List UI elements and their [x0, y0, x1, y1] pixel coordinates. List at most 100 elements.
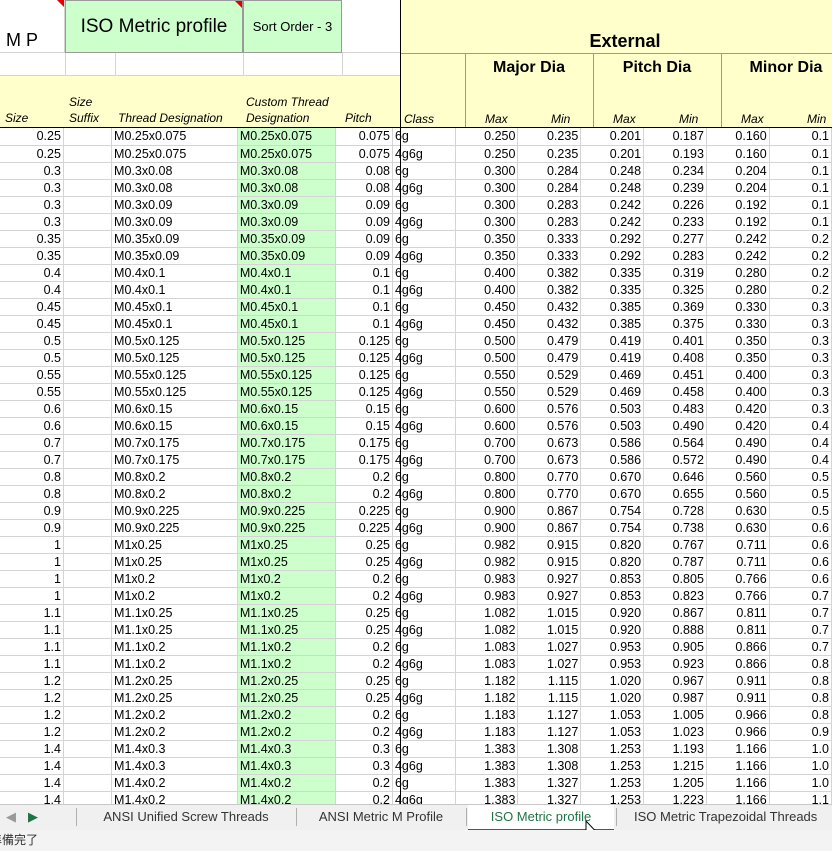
- cell-pitch-min[interactable]: 1.215: [643, 757, 707, 775]
- cell-major-max[interactable]: 1.383: [455, 774, 519, 792]
- cell-thread-designation[interactable]: M1.2x0.2: [111, 706, 238, 724]
- cell-size[interactable]: 0.45: [0, 298, 64, 316]
- cell-size[interactable]: 1: [0, 587, 64, 605]
- cell-size-suffix[interactable]: [63, 604, 113, 622]
- cell-custom-designation[interactable]: M1.2x0.2: [237, 723, 336, 741]
- cell-size-suffix[interactable]: [63, 366, 113, 384]
- cell-pitch-max[interactable]: 0.292: [580, 247, 645, 265]
- cell-pitch-max[interactable]: 0.820: [580, 553, 645, 571]
- cell-pitch-max[interactable]: 0.953: [580, 638, 645, 656]
- cell-class[interactable]: 6g: [392, 706, 456, 724]
- cell-pitch[interactable]: 0.09: [335, 230, 393, 248]
- cell-pitch[interactable]: 0.08: [335, 162, 393, 180]
- cell-size-suffix[interactable]: [63, 723, 113, 741]
- cell-major-max[interactable]: 0.400: [455, 281, 519, 299]
- cell-pitch-max[interactable]: 0.201: [580, 128, 645, 146]
- table-row[interactable]: 0.45 M0.45x0.1 M0.45x0.1 0.1 4g6g 0.450 0.432 0…: [0, 315, 832, 333]
- cell-pitch-max[interactable]: 1.053: [580, 706, 645, 724]
- cell-class[interactable]: 6g: [392, 638, 456, 656]
- cell-custom-designation[interactable]: M0.9x0.225: [237, 502, 336, 520]
- cell-class[interactable]: 6g: [392, 128, 456, 146]
- cell-class[interactable]: 6g: [392, 570, 456, 588]
- cell-class[interactable]: 6g: [392, 196, 456, 214]
- cell-pitch[interactable]: 0.25: [335, 689, 393, 707]
- cell-thread-designation[interactable]: M1.2x0.25: [111, 689, 238, 707]
- sort-order-cell[interactable]: Sort Order - 3: [243, 0, 342, 53]
- cell-pitch-min[interactable]: 1.193: [643, 740, 707, 758]
- table-row[interactable]: 1 M1x0.25 M1x0.25 0.25 4g6g 0.982 0.915 0.820 0.…: [0, 553, 832, 571]
- table-row[interactable]: 0.4 M0.4x0.1 M0.4x0.1 0.1 6g 0.400 0.382 0.335 0…: [0, 264, 832, 282]
- cell-major-max[interactable]: 1.383: [455, 791, 519, 804]
- table-row[interactable]: 0.9 M0.9x0.225 M0.9x0.225 0.225 4g6g 0.900 0.8…: [0, 519, 832, 537]
- cell-major-min[interactable]: 0.432: [517, 298, 582, 316]
- cell-minor-max[interactable]: 0.711: [706, 553, 770, 571]
- cell-major-max[interactable]: 0.983: [455, 587, 519, 605]
- cell-size-suffix[interactable]: [63, 451, 113, 469]
- cell-major-max[interactable]: 0.400: [455, 264, 519, 282]
- cell-pitch-min[interactable]: 0.277: [643, 230, 707, 248]
- cell-minor-min[interactable]: 0.8: [769, 689, 832, 707]
- table-row[interactable]: 1 M1x0.25 M1x0.25 0.25 6g 0.982 0.915 0.820 0.76…: [0, 536, 832, 554]
- cell-thread-designation[interactable]: M0.25x0.075: [111, 145, 238, 163]
- cell-major-min[interactable]: 1.308: [517, 740, 582, 758]
- cell-pitch[interactable]: 0.2: [335, 638, 393, 656]
- cell-minor-max[interactable]: 0.630: [706, 502, 770, 520]
- cell-class[interactable]: 4g6g: [392, 247, 456, 265]
- cell-size-suffix[interactable]: [63, 706, 113, 724]
- cell-minor-min[interactable]: 0.7: [769, 587, 832, 605]
- table-row[interactable]: 1.1 M1.1x0.25 M1.1x0.25 0.25 6g 1.082 1.015 0.9…: [0, 604, 832, 622]
- cell-size[interactable]: 1.2: [0, 689, 64, 707]
- cell-custom-designation[interactable]: M0.45x0.1: [237, 298, 336, 316]
- cell-pitch-min[interactable]: 0.483: [643, 400, 707, 418]
- cell-pitch[interactable]: 0.09: [335, 247, 393, 265]
- cell-class[interactable]: 4g6g: [392, 587, 456, 605]
- cell-pitch-min[interactable]: 0.283: [643, 247, 707, 265]
- cell-size[interactable]: 0.9: [0, 502, 64, 520]
- cell-pitch-min[interactable]: 1.223: [643, 791, 707, 804]
- cell-class[interactable]: 4g6g: [392, 553, 456, 571]
- cell-size-suffix[interactable]: [63, 638, 113, 656]
- cell-major-min[interactable]: 0.927: [517, 570, 582, 588]
- cell-pitch-min[interactable]: 0.458: [643, 383, 707, 401]
- cell-class[interactable]: 4g6g: [392, 757, 456, 775]
- cell-major-max[interactable]: 0.550: [455, 383, 519, 401]
- cell-size[interactable]: 0.25: [0, 128, 64, 146]
- spreadsheet-grid[interactable]: M P ISO Metric profile Sort Order - 3 Si…: [0, 0, 832, 804]
- scroll-tabs-right-icon[interactable]: ▶: [22, 805, 44, 829]
- cell-major-max[interactable]: 0.700: [455, 451, 519, 469]
- cell-thread-designation[interactable]: M1.1x0.25: [111, 621, 238, 639]
- cell-pitch-min[interactable]: 0.408: [643, 349, 707, 367]
- cell-size-suffix[interactable]: [63, 672, 113, 690]
- cell-pitch-max[interactable]: 1.020: [580, 672, 645, 690]
- cell-pitch-max[interactable]: 0.248: [580, 162, 645, 180]
- cell-pitch-min[interactable]: 0.738: [643, 519, 707, 537]
- cell-major-min[interactable]: 0.867: [517, 519, 582, 537]
- cell-pitch-min[interactable]: 0.888: [643, 621, 707, 639]
- cell-class[interactable]: 6g: [392, 332, 456, 350]
- cell-major-max[interactable]: 0.983: [455, 570, 519, 588]
- cell-pitch-min[interactable]: 0.905: [643, 638, 707, 656]
- cell-major-max[interactable]: 0.250: [455, 128, 519, 146]
- cell-custom-designation[interactable]: M1.2x0.2: [237, 706, 336, 724]
- cell-minor-min[interactable]: 0.4: [769, 417, 832, 435]
- cell-thread-designation[interactable]: M0.5x0.125: [111, 332, 238, 350]
- cell-pitch[interactable]: 0.1: [335, 281, 393, 299]
- cell-minor-min[interactable]: 0.3: [769, 366, 832, 384]
- cell-major-min[interactable]: 0.382: [517, 281, 582, 299]
- table-row[interactable]: 0.35 M0.35x0.09 M0.35x0.09 0.09 4g6g 0.350 0.3…: [0, 247, 832, 265]
- cell-pitch[interactable]: 0.3: [335, 740, 393, 758]
- cell-major-max[interactable]: 0.982: [455, 536, 519, 554]
- cell-pitch-max[interactable]: 0.754: [580, 502, 645, 520]
- cell-pitch-max[interactable]: 0.503: [580, 417, 645, 435]
- cell-custom-designation[interactable]: M0.55x0.125: [237, 383, 336, 401]
- cell-pitch-min[interactable]: 0.655: [643, 485, 707, 503]
- thread-data-table[interactable]: 0.25 M0.25x0.075 M0.25x0.075 0.075 6g 0.250 0.…: [0, 128, 832, 804]
- cell-custom-designation[interactable]: M0.3x0.09: [237, 196, 336, 214]
- cell-minor-max[interactable]: 0.192: [706, 213, 770, 231]
- cell-custom-designation[interactable]: M0.35x0.09: [237, 247, 336, 265]
- cell-major-min[interactable]: 0.432: [517, 315, 582, 333]
- cell-major-min[interactable]: 0.927: [517, 587, 582, 605]
- cell-minor-max[interactable]: 0.204: [706, 162, 770, 180]
- cell-pitch-min[interactable]: 0.805: [643, 570, 707, 588]
- cell-minor-min[interactable]: 0.8: [769, 672, 832, 690]
